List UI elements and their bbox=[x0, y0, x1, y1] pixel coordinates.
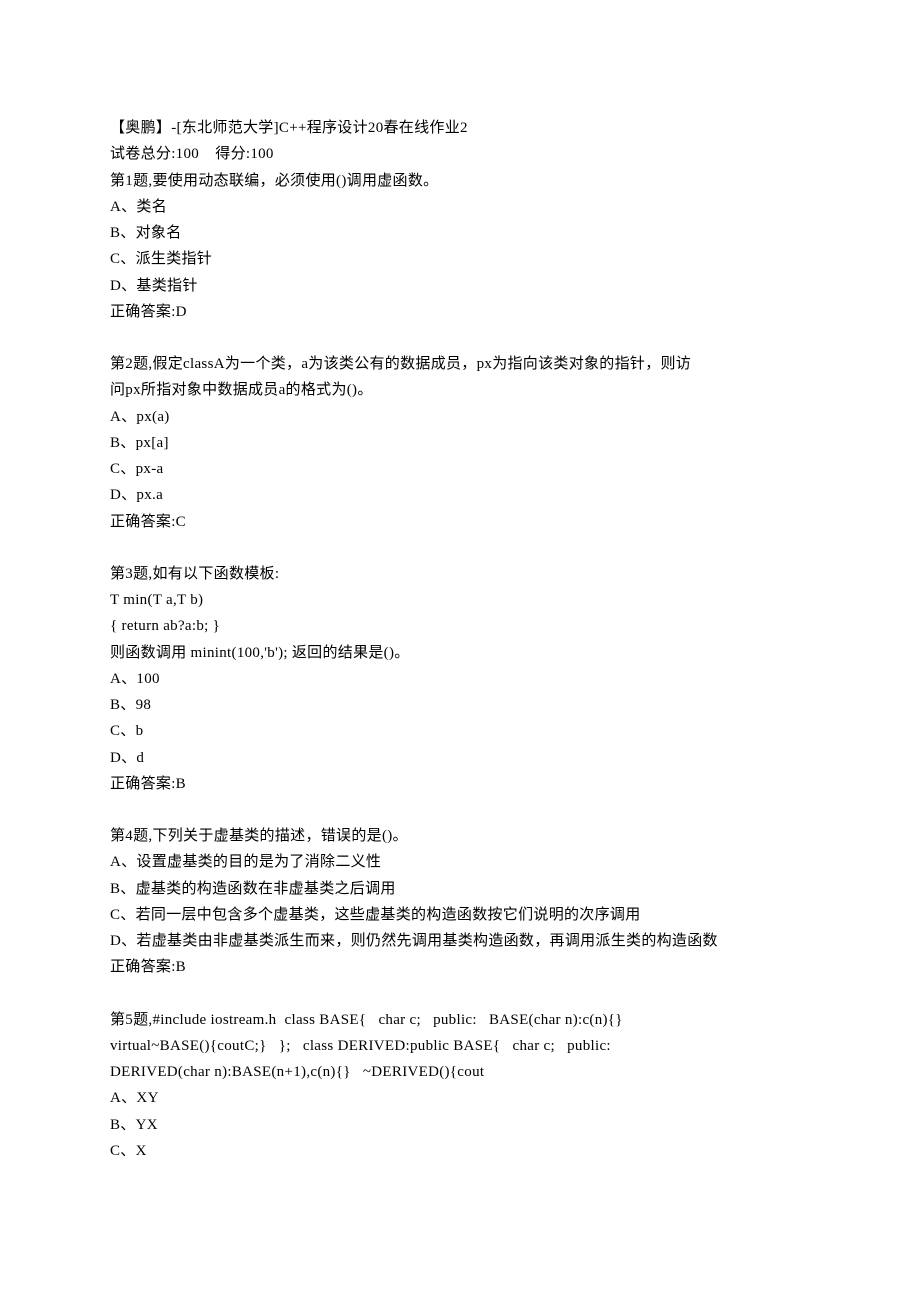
option-line: D、基类指针 bbox=[110, 273, 810, 299]
text-line: 第3题,如有以下函数模板: bbox=[110, 561, 810, 587]
code-line: DERIVED(char n):BASE(n+1),c(n){} ~DERIVE… bbox=[110, 1059, 810, 1085]
code-line: virtual~BASE(){coutC;} }; class DERIVED:… bbox=[110, 1033, 810, 1059]
option-line: D、px.a bbox=[110, 482, 810, 508]
text-line: 则函数调用 minint(100,'b'); 返回的结果是()。 bbox=[110, 640, 810, 666]
code-line: 第5题,#include iostream.h class BASE{ char… bbox=[110, 1007, 810, 1033]
text-line: 试卷总分:100 得分:100 bbox=[110, 141, 810, 167]
option-line: A、设置虚基类的目的是为了消除二义性 bbox=[110, 849, 810, 875]
answer-line: 正确答案:C bbox=[110, 509, 810, 535]
question-block: 第5题,#include iostream.h class BASE{ char… bbox=[110, 1007, 810, 1165]
option-line: C、X bbox=[110, 1138, 810, 1164]
code-line: { return ab?a:b; } bbox=[110, 613, 810, 639]
option-line: C、b bbox=[110, 718, 810, 744]
answer-line: 正确答案:D bbox=[110, 299, 810, 325]
option-line: A、XY bbox=[110, 1085, 810, 1111]
option-line: B、YX bbox=[110, 1112, 810, 1138]
option-line: B、px[a] bbox=[110, 430, 810, 456]
text-line: 问px所指对象中数据成员a的格式为()。 bbox=[110, 377, 810, 403]
option-line: D、d bbox=[110, 745, 810, 771]
option-line: C、派生类指针 bbox=[110, 246, 810, 272]
option-line: B、98 bbox=[110, 692, 810, 718]
text-line: 第4题,下列关于虚基类的描述，错误的是()。 bbox=[110, 823, 810, 849]
text-line: 第2题,假定classA为一个类，a为该类公有的数据成员，px为指向该类对象的指… bbox=[110, 351, 810, 377]
option-line: B、虚基类的构造函数在非虚基类之后调用 bbox=[110, 876, 810, 902]
option-line: A、类名 bbox=[110, 194, 810, 220]
option-line: C、px-a bbox=[110, 456, 810, 482]
answer-line: 正确答案:B bbox=[110, 954, 810, 980]
text-line: 【奥鹏】-[东北师范大学]C++程序设计20春在线作业2 bbox=[110, 115, 810, 141]
option-line: A、px(a) bbox=[110, 404, 810, 430]
question-block: 第4题,下列关于虚基类的描述，错误的是()。 A、设置虚基类的目的是为了消除二义… bbox=[110, 823, 810, 981]
code-line: T min(T a,T b) bbox=[110, 587, 810, 613]
option-line: B、对象名 bbox=[110, 220, 810, 246]
question-block: 第3题,如有以下函数模板: T min(T a,T b) { return ab… bbox=[110, 561, 810, 797]
text-line: 第1题,要使用动态联编，必须使用()调用虚函数。 bbox=[110, 168, 810, 194]
header-block: 【奥鹏】-[东北师范大学]C++程序设计20春在线作业2 试卷总分:100 得分… bbox=[110, 115, 810, 325]
question-block: 第2题,假定classA为一个类，a为该类公有的数据成员，px为指向该类对象的指… bbox=[110, 351, 810, 535]
option-line: D、若虚基类由非虚基类派生而来，则仍然先调用基类构造函数，再调用派生类的构造函数 bbox=[110, 928, 810, 954]
answer-line: 正确答案:B bbox=[110, 771, 810, 797]
option-line: A、100 bbox=[110, 666, 810, 692]
option-line: C、若同一层中包含多个虚基类，这些虚基类的构造函数按它们说明的次序调用 bbox=[110, 902, 810, 928]
